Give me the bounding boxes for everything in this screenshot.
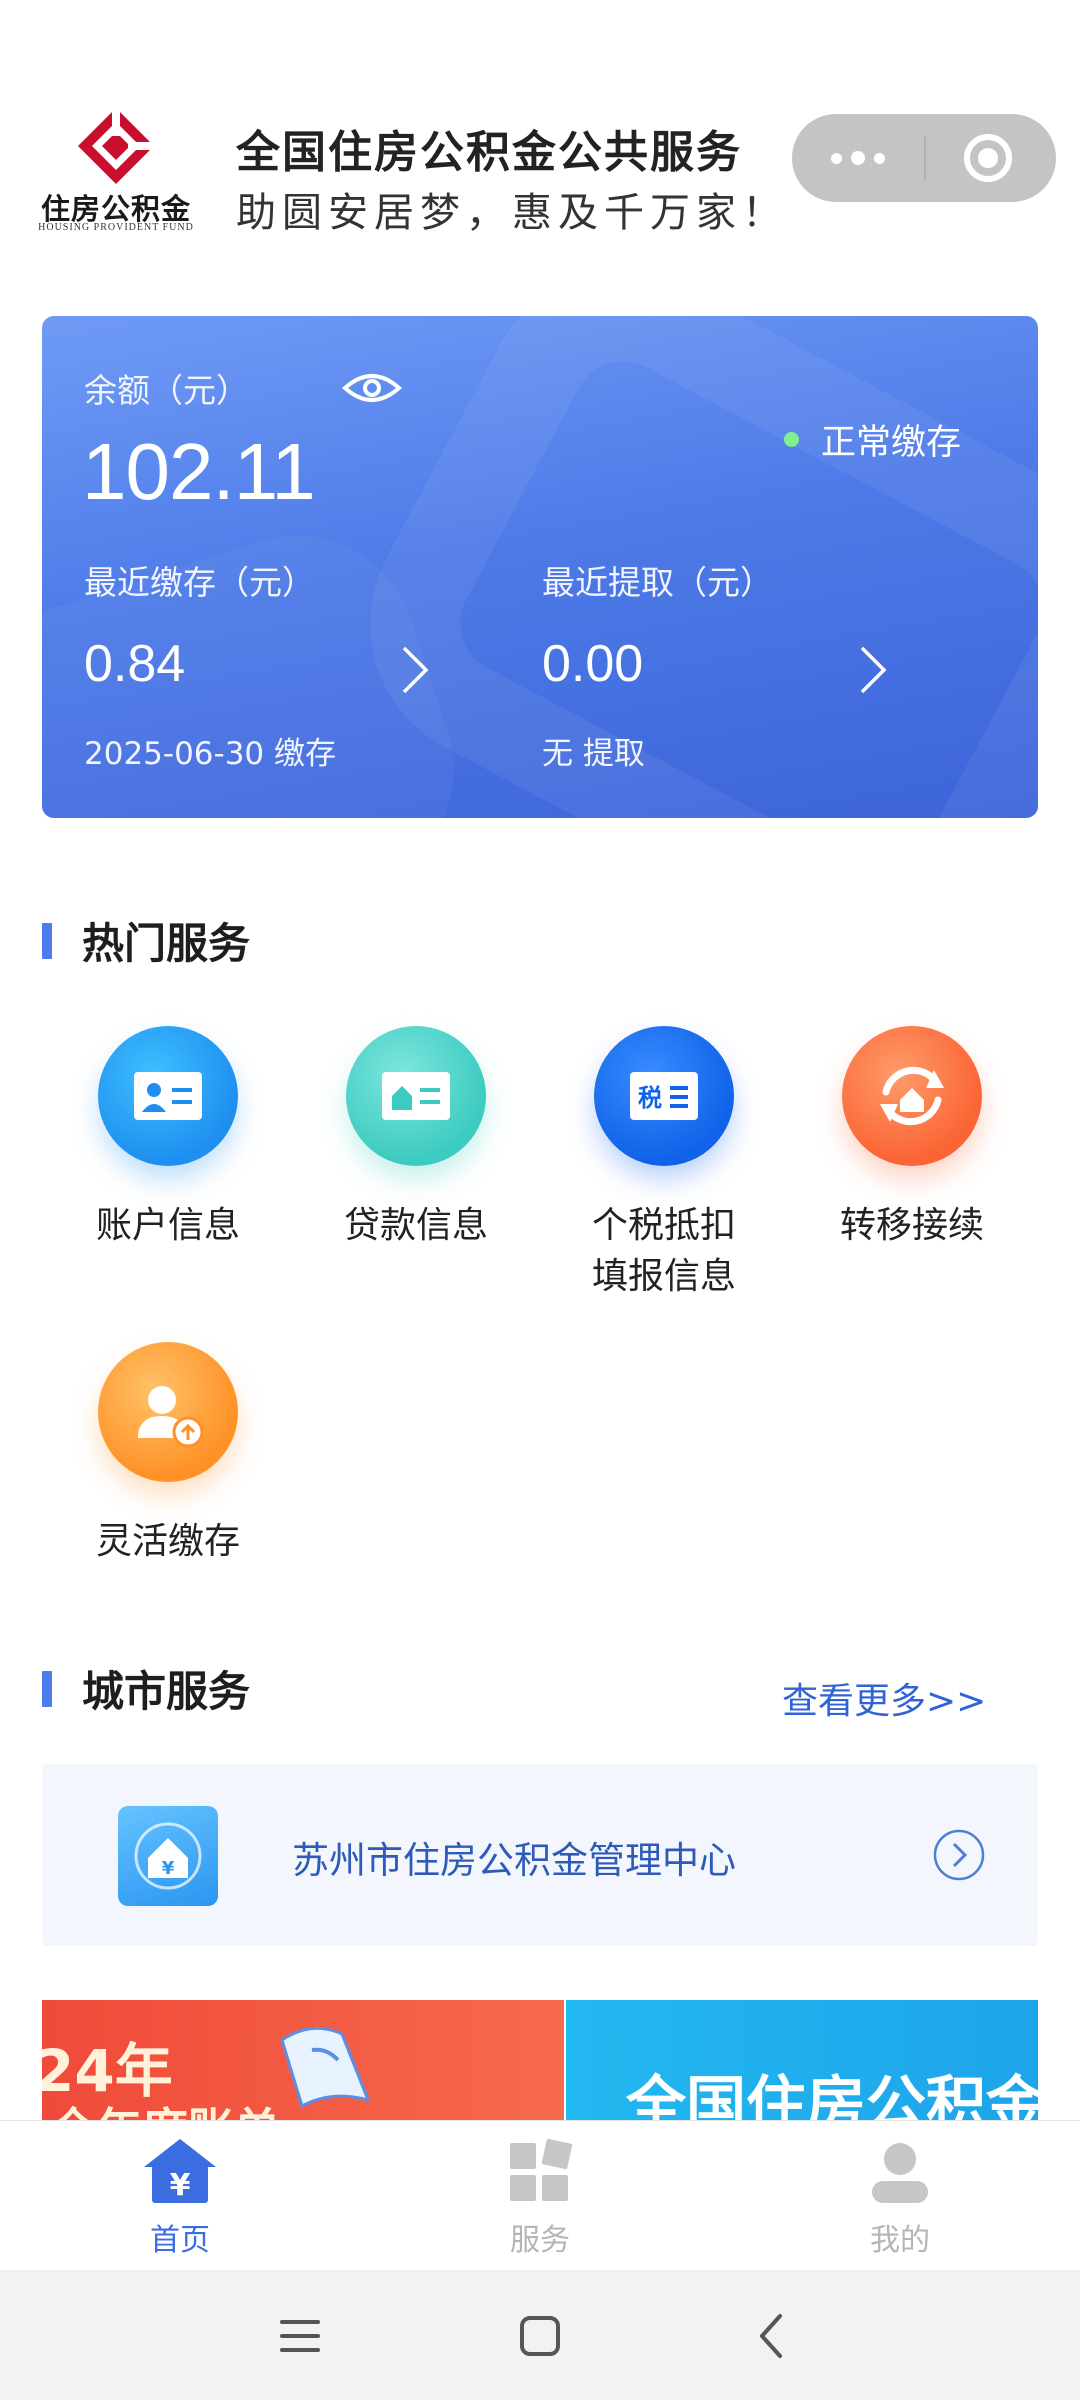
eye-icon[interactable] [342, 370, 402, 406]
tab-label: 服务 [510, 2223, 570, 2258]
service-account-info[interactable]: 账户信息 [68, 1026, 268, 1251]
loan-card-icon [346, 1026, 486, 1166]
service-loan-info[interactable]: 贷款信息 [316, 1026, 516, 1251]
home-square-icon[interactable] [508, 2304, 572, 2368]
recent-withdraw-label: 最近提取（元） [542, 563, 773, 602]
service-label: 转移接续 [839, 1205, 984, 1246]
tax-deduction-icon: 税 [594, 1026, 734, 1166]
service-label: 账户信息 [95, 1205, 240, 1246]
back-icon[interactable] [740, 2304, 804, 2368]
balance-label: 余额（元） [84, 371, 249, 410]
transfer-cycle-icon [842, 1026, 982, 1166]
hot-services-title: 热门服务 [82, 919, 251, 968]
home-yuan-icon: ¥ [144, 2139, 216, 2203]
service-label: 个税抵扣 填报信息 [591, 1205, 736, 1297]
chevron-right-circle-icon[interactable] [932, 1828, 986, 1882]
menu-icon[interactable] [268, 2304, 332, 2368]
housing-fund-logo-mark [78, 106, 156, 184]
recent-withdraw-note: 无 提取 [542, 736, 645, 772]
city-services-title: 城市服务 [82, 1667, 251, 1716]
section-accent-bar [42, 1670, 52, 1707]
chevron-right-icon[interactable] [394, 642, 434, 698]
profile-icon [872, 2143, 928, 2203]
promo-banner[interactable]: 24年 全年度账单 全国住房公积金 [42, 2000, 1038, 2120]
svg-text:¥: ¥ [162, 1858, 175, 1879]
more-dots-icon[interactable] [792, 114, 924, 202]
flexible-deposit-icon [98, 1342, 238, 1482]
annual-bill-banner[interactable]: 24年 全年度账单 [42, 2000, 564, 2120]
recent-deposit-value[interactable]: 0.84 [84, 634, 185, 694]
document-scroll-icon [280, 2026, 371, 2109]
service-flexible-deposit[interactable]: 灵活缴存 [68, 1342, 268, 1567]
balance-card: 余额（元） 102.11 正常缴存 最近缴存（元） 0.84 2025-06-3… [42, 316, 1038, 818]
recent-withdraw-value[interactable]: 0.00 [542, 634, 643, 694]
tab-label: 我的 [870, 2223, 930, 2258]
section-accent-bar [42, 922, 52, 959]
city-service-item[interactable]: ¥ 苏州市住房公积金管理中心 [42, 1764, 1038, 1946]
hot-services-heading: 热门服务 [42, 910, 250, 971]
national-fund-banner[interactable]: 全国住房公积金 [566, 2000, 1038, 2120]
fund-center-name: 苏州市住房公积金管理中心 [292, 1839, 736, 1882]
account-status-text: 正常缴存 [821, 423, 962, 463]
housing-fund-logo: 住房公积金 HOUSING PROVIDENT FUND [36, 100, 196, 240]
page-slogan: 助圆安居梦，惠及千万家！ [236, 190, 788, 236]
chevron-right-icon[interactable] [852, 642, 892, 698]
fund-center-icon: ¥ [118, 1806, 218, 1906]
svg-text:¥: ¥ [170, 2168, 191, 2203]
recent-deposit-date: 2025-06-30 缴存 [84, 736, 337, 772]
service-label: 灵活缴存 [95, 1521, 240, 1562]
account-status: 正常缴存 [784, 414, 961, 465]
service-tax-deduction[interactable]: 税 个税抵扣 填报信息 [564, 1026, 764, 1302]
tax-icon-glyph: 税 [638, 1084, 662, 1112]
tab-label: 首页 [150, 2223, 210, 2258]
tab-services[interactable]: 服务 [440, 2135, 640, 2259]
page-title: 全国住房公积金公共服务 [236, 127, 742, 178]
logo-english-text: HOUSING PROVIDENT FUND [38, 222, 194, 233]
capsule-divider [924, 136, 926, 180]
mini-program-capsule [792, 114, 1056, 202]
city-services-heading: 城市服务 [42, 1658, 250, 1719]
account-card-icon [98, 1026, 238, 1166]
system-navigation-bar [0, 2270, 1080, 2400]
balance-amount: 102.11 [82, 427, 316, 516]
recent-deposit-label: 最近缴存（元） [84, 563, 315, 602]
service-transfer[interactable]: 转移接续 [812, 1026, 1012, 1251]
banner-subtitle: 全年度账单 [50, 2094, 280, 2120]
see-more-link[interactable]: 查看更多>> [782, 1672, 986, 1724]
tab-profile[interactable]: 我的 [800, 2135, 1000, 2259]
services-grid-icon [510, 2138, 573, 2201]
tab-home[interactable]: ¥ 首页 [80, 2135, 280, 2259]
banner-right-text: 全国住房公积金 [626, 2070, 1038, 2120]
target-close-icon[interactable] [964, 134, 1012, 182]
service-label: 贷款信息 [343, 1205, 488, 1246]
bottom-tab-bar: ¥ 首页 服务 我的 [0, 2120, 1080, 2270]
app-header: 住房公积金 HOUSING PROVIDENT FUND 全国住房公积金公共服务… [0, 0, 1080, 280]
status-dot [784, 432, 799, 447]
